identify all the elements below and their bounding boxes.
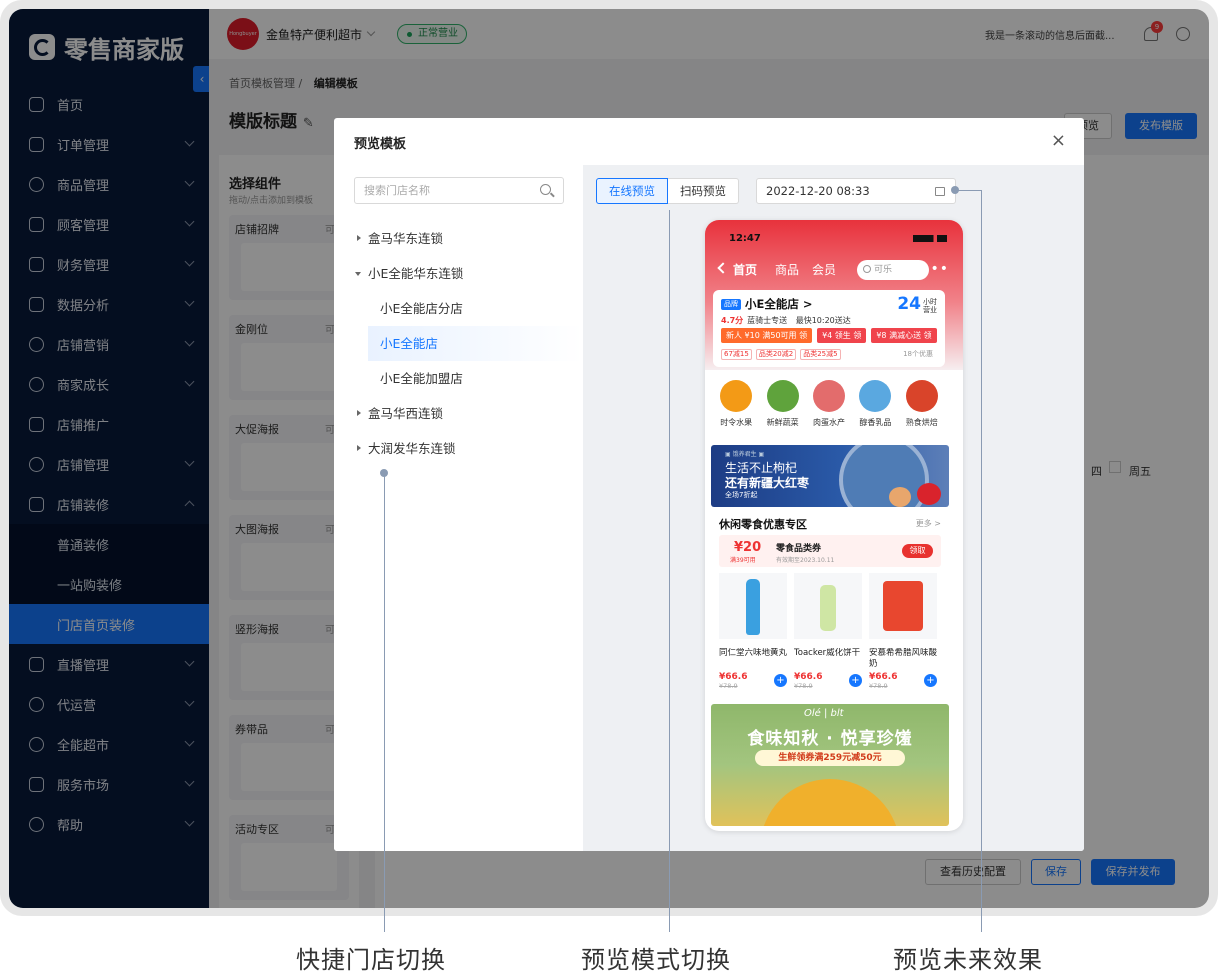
snack-coupon: ¥20 满39可用 零食品类券 有效期至2023.10.11 领取: [719, 535, 941, 567]
tree-node[interactable]: 盒马华东连锁: [334, 221, 583, 256]
callout-dot: [951, 186, 959, 194]
phone-search[interactable]: 可乐: [857, 260, 929, 280]
preview-template-modal: 预览模板 × 盒马华东连锁 小E全能华东连锁 小E全能店分店 小E全能店 小E全…: [334, 118, 1084, 851]
claim-coupon-button[interactable]: 领取: [902, 544, 933, 558]
promo-tag: 品类20减2: [755, 349, 797, 360]
more-link[interactable]: 更多 >: [916, 518, 941, 529]
hours-number: 24: [897, 294, 921, 314]
app-screen: 零售商家版 ‹ 首页 订单管理 商品管理 顾客管理 财务管理 数据分析 店铺营销…: [9, 9, 1209, 908]
preview-panel: 在线预览 扫码预览 2022-12-20 08:33 12:47 首页 商品 会…: [583, 165, 1084, 851]
tree-leaf-selected[interactable]: 小E全能店: [368, 326, 583, 361]
product-image: [794, 573, 862, 639]
tree-node[interactable]: 大润发华东连锁: [334, 431, 583, 466]
category-item[interactable]: 时令水果: [715, 372, 757, 438]
preview-mode-switch: 在线预览 扫码预览: [596, 178, 739, 204]
store-name[interactable]: 小E全能店 >: [745, 296, 813, 312]
milk-icon: [859, 380, 892, 412]
plate-image: [839, 445, 929, 507]
promo-banner-dates[interactable]: ▣ 饿养君生 ▣ 生活不止枸杞 还有新疆大红枣 全场7折起: [711, 445, 949, 507]
phone-tab-member[interactable]: 会员: [812, 261, 836, 278]
category-grid: 时令水果 新鲜蔬菜 肉蛋水产 醇香乳品 熟食烘焙: [713, 372, 945, 438]
category-item[interactable]: 新鲜蔬菜: [762, 372, 804, 438]
fruit-icon: [720, 380, 753, 412]
brand-tag: 品牌: [721, 299, 741, 310]
vegetable-icon: [766, 380, 799, 412]
store-search: [354, 177, 564, 204]
category-item[interactable]: 肉蛋水产: [808, 372, 850, 438]
product-image: [719, 573, 787, 639]
caret-right-icon[interactable]: [357, 235, 361, 241]
promo-tag: 67减15: [721, 349, 752, 360]
back-icon[interactable]: [717, 262, 729, 274]
promo-tags: 67减15 品类20减2 品类25减5: [721, 349, 841, 360]
product-image: [869, 573, 937, 639]
scan-preview-tab[interactable]: 扫码预览: [668, 178, 739, 204]
store-info-card: 品牌 小E全能店 > 24 小时营业 4.7分 蓝骑士专送 最快10:20送达 新…: [713, 290, 945, 367]
category-item[interactable]: 熟食烘焙: [901, 372, 943, 438]
close-icon[interactable]: ×: [1051, 130, 1066, 151]
callout-line: [669, 210, 670, 932]
coupon-chip[interactable]: ¥4 领生 领: [817, 328, 867, 343]
fruit-image: [889, 487, 911, 507]
product-card[interactable]: 同仁堂六味地黄丸 ¥66.6 ¥78.9 +: [719, 573, 787, 693]
phone-tab-home[interactable]: 首页: [733, 261, 757, 278]
callout-store-switch: 快捷门店切换: [296, 946, 446, 974]
add-to-cart-icon[interactable]: +: [774, 674, 787, 687]
tree-node[interactable]: 小E全能华东连锁: [334, 256, 583, 291]
phone-tab-goods[interactable]: 商品: [775, 261, 799, 278]
store-meta: 4.7分 蓝骑士专送 最快10:20送达: [721, 316, 851, 325]
tree-node[interactable]: 盒马华西连锁: [334, 396, 583, 431]
promo-banner-autumn[interactable]: Olé | blt 食味知秋 · 悦享珍馐 生鲜领券满259元减50元: [711, 704, 949, 826]
product-list: 同仁堂六味地黄丸 ¥66.6 ¥78.9 + Toacker威化饼干 ¥66.6…: [719, 573, 937, 693]
callout-line: [981, 190, 982, 932]
apple-image: [917, 483, 941, 505]
online-preview-tab[interactable]: 在线预览: [596, 178, 668, 204]
phone-status-time: 12:47: [729, 233, 761, 244]
promo-count[interactable]: 18个优惠: [903, 349, 933, 359]
section-title: 休闲零食优惠专区: [719, 518, 807, 531]
add-to-cart-icon[interactable]: +: [924, 674, 937, 687]
callout-dot: [380, 469, 388, 477]
callout-future-preview: 预览未来效果: [893, 946, 1043, 974]
hours-label: 小时营业: [923, 298, 937, 314]
coupon-chip[interactable]: 新人 ¥10 满50可用 领: [721, 328, 813, 343]
caret-right-icon[interactable]: [357, 445, 361, 451]
sun-decoration: [760, 779, 900, 826]
category-item[interactable]: 醇香乳品: [854, 372, 896, 438]
bakery-icon: [905, 380, 938, 412]
brand-logo: Olé | blt: [804, 708, 844, 719]
meat-icon: [812, 380, 845, 412]
store-selector-panel: 盒马华东连锁 小E全能华东连锁 小E全能店分店 小E全能店 小E全能加盟店 盒马…: [334, 165, 583, 851]
store-tree: 盒马华东连锁 小E全能华东连锁 小E全能店分店 小E全能店 小E全能加盟店 盒马…: [334, 221, 583, 466]
signal-battery-icon: [913, 235, 947, 242]
store-search-input[interactable]: [355, 178, 525, 203]
more-icon[interactable]: •••: [921, 261, 949, 277]
phone-preview: 12:47 首页 商品 会员 可乐 ••• 品牌 小E全能店 > 24 小时营业…: [705, 220, 963, 831]
snack-section: 休闲零食优惠专区 更多 > ¥20 满39可用 零食品类券 有效期至2023.1…: [713, 513, 947, 698]
coupon-row: 新人 ¥10 满50可用 领 ¥4 领生 领 ¥8 满减心送 领: [721, 328, 937, 343]
tree-leaf[interactable]: 小E全能店分店: [334, 291, 583, 326]
caret-down-icon[interactable]: [355, 272, 361, 276]
product-card[interactable]: 安慕希希腊风味酸奶 ¥66.6 ¥78.9 +: [869, 573, 937, 693]
promo-tag: 品类25减5: [800, 349, 841, 360]
product-card[interactable]: Toacker威化饼干 ¥66.6 ¥78.9 +: [794, 573, 862, 693]
callout-line: [384, 473, 385, 932]
callout-mode-switch: 预览模式切换: [581, 946, 731, 974]
datetime-picker[interactable]: 2022-12-20 08:33: [756, 178, 956, 204]
calendar-icon[interactable]: [935, 187, 945, 196]
modal-title: 预览模板: [354, 137, 407, 152]
tree-leaf[interactable]: 小E全能加盟店: [334, 361, 583, 396]
add-to-cart-icon[interactable]: +: [849, 674, 862, 687]
search-icon[interactable]: [540, 184, 551, 195]
phone-nav: 首页 商品 会员 可乐 •••: [717, 260, 949, 280]
caret-right-icon[interactable]: [357, 410, 361, 416]
coupon-chip[interactable]: ¥8 满减心送 领: [871, 328, 937, 343]
